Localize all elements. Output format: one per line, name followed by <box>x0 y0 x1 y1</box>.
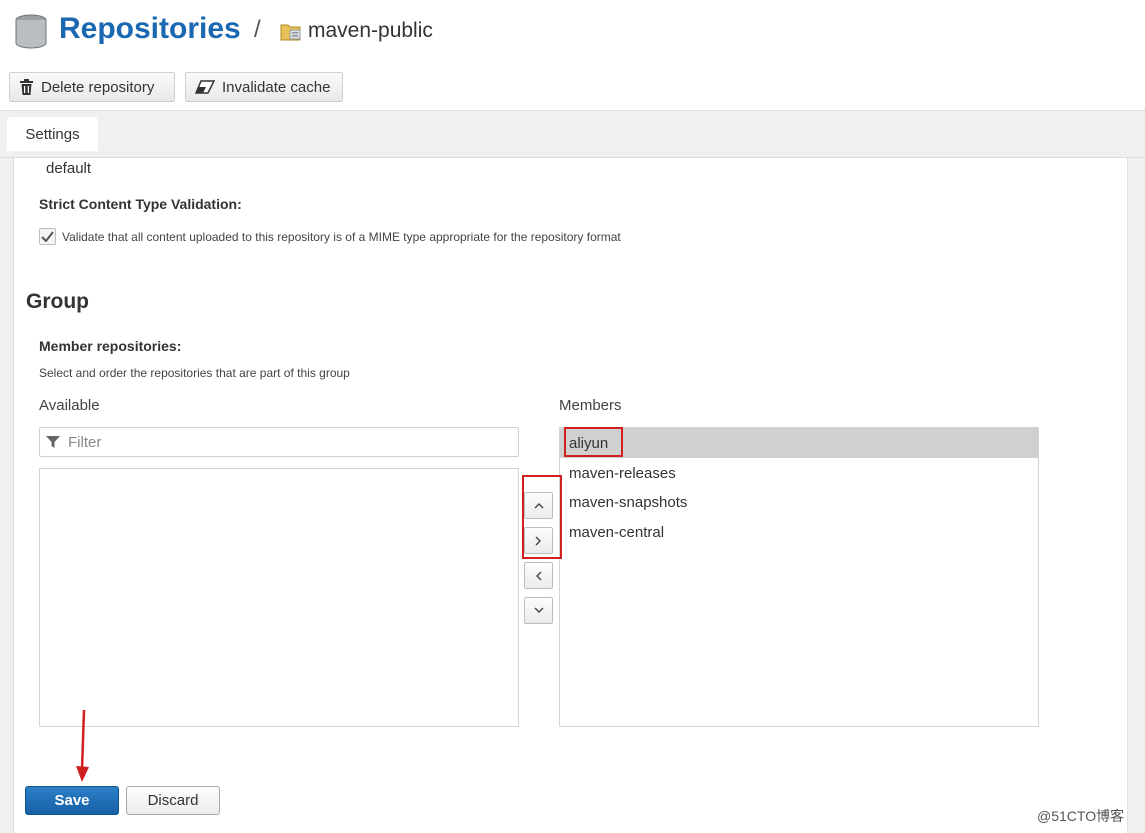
list-item[interactable]: maven-central <box>560 517 1038 547</box>
blobstore-value: default <box>46 160 92 177</box>
remove-member-button[interactable] <box>524 562 553 589</box>
save-button[interactable]: Save <box>25 786 119 815</box>
available-label: Available <box>39 397 100 414</box>
tab-strip <box>0 110 1145 158</box>
trash-icon <box>20 79 33 95</box>
annotation-box-aliyun <box>564 427 623 457</box>
annotation-arrow-icon <box>76 709 89 782</box>
discard-button[interactable]: Discard <box>126 786 220 815</box>
eraser-icon <box>195 80 215 94</box>
scrollbar-track[interactable] <box>1127 158 1145 833</box>
list-item[interactable]: aliyun <box>560 428 1038 458</box>
list-item[interactable]: maven-releases <box>560 458 1038 488</box>
breadcrumb-repo-name: maven-public <box>308 19 433 42</box>
group-section-title: Group <box>26 290 89 313</box>
delete-repository-button[interactable]: Delete repository <box>9 72 175 102</box>
strict-validation-text: Validate that all content uploaded to th… <box>62 230 621 244</box>
annotation-box-arrows <box>522 475 562 559</box>
database-icon <box>15 14 47 49</box>
checkmark-icon <box>41 231 54 242</box>
breadcrumb-separator: / <box>254 16 261 43</box>
filter-placeholder: Filter <box>68 433 102 451</box>
filter-icon <box>46 435 60 448</box>
filter-input[interactable]: Filter <box>39 427 519 457</box>
invalidate-cache-label: Invalidate cache <box>222 78 331 96</box>
members-label: Members <box>559 397 622 414</box>
list-item[interactable]: maven-snapshots <box>560 487 1038 517</box>
strict-validation-checkbox[interactable] <box>39 228 56 245</box>
folder-icon <box>280 24 301 41</box>
page-title[interactable]: Repositories <box>59 12 241 46</box>
member-repositories-help: Select and order the repositories that a… <box>39 366 350 380</box>
delete-repository-label: Delete repository <box>41 78 155 96</box>
left-rail <box>0 158 14 833</box>
move-down-button[interactable] <box>524 597 553 624</box>
available-list[interactable] <box>39 468 519 727</box>
member-repositories-label: Member repositories: <box>39 338 182 354</box>
chevron-down-icon <box>534 607 543 613</box>
invalidate-cache-button[interactable]: Invalidate cache <box>185 72 343 102</box>
members-list[interactable]: aliyun maven-releases maven-snapshots ma… <box>559 427 1039 727</box>
tab-settings[interactable]: Settings <box>7 117 98 151</box>
strict-validation-label: Strict Content Type Validation: <box>39 196 242 212</box>
watermark: @51CTO博客 <box>1037 808 1125 824</box>
chevron-left-icon <box>536 571 542 580</box>
